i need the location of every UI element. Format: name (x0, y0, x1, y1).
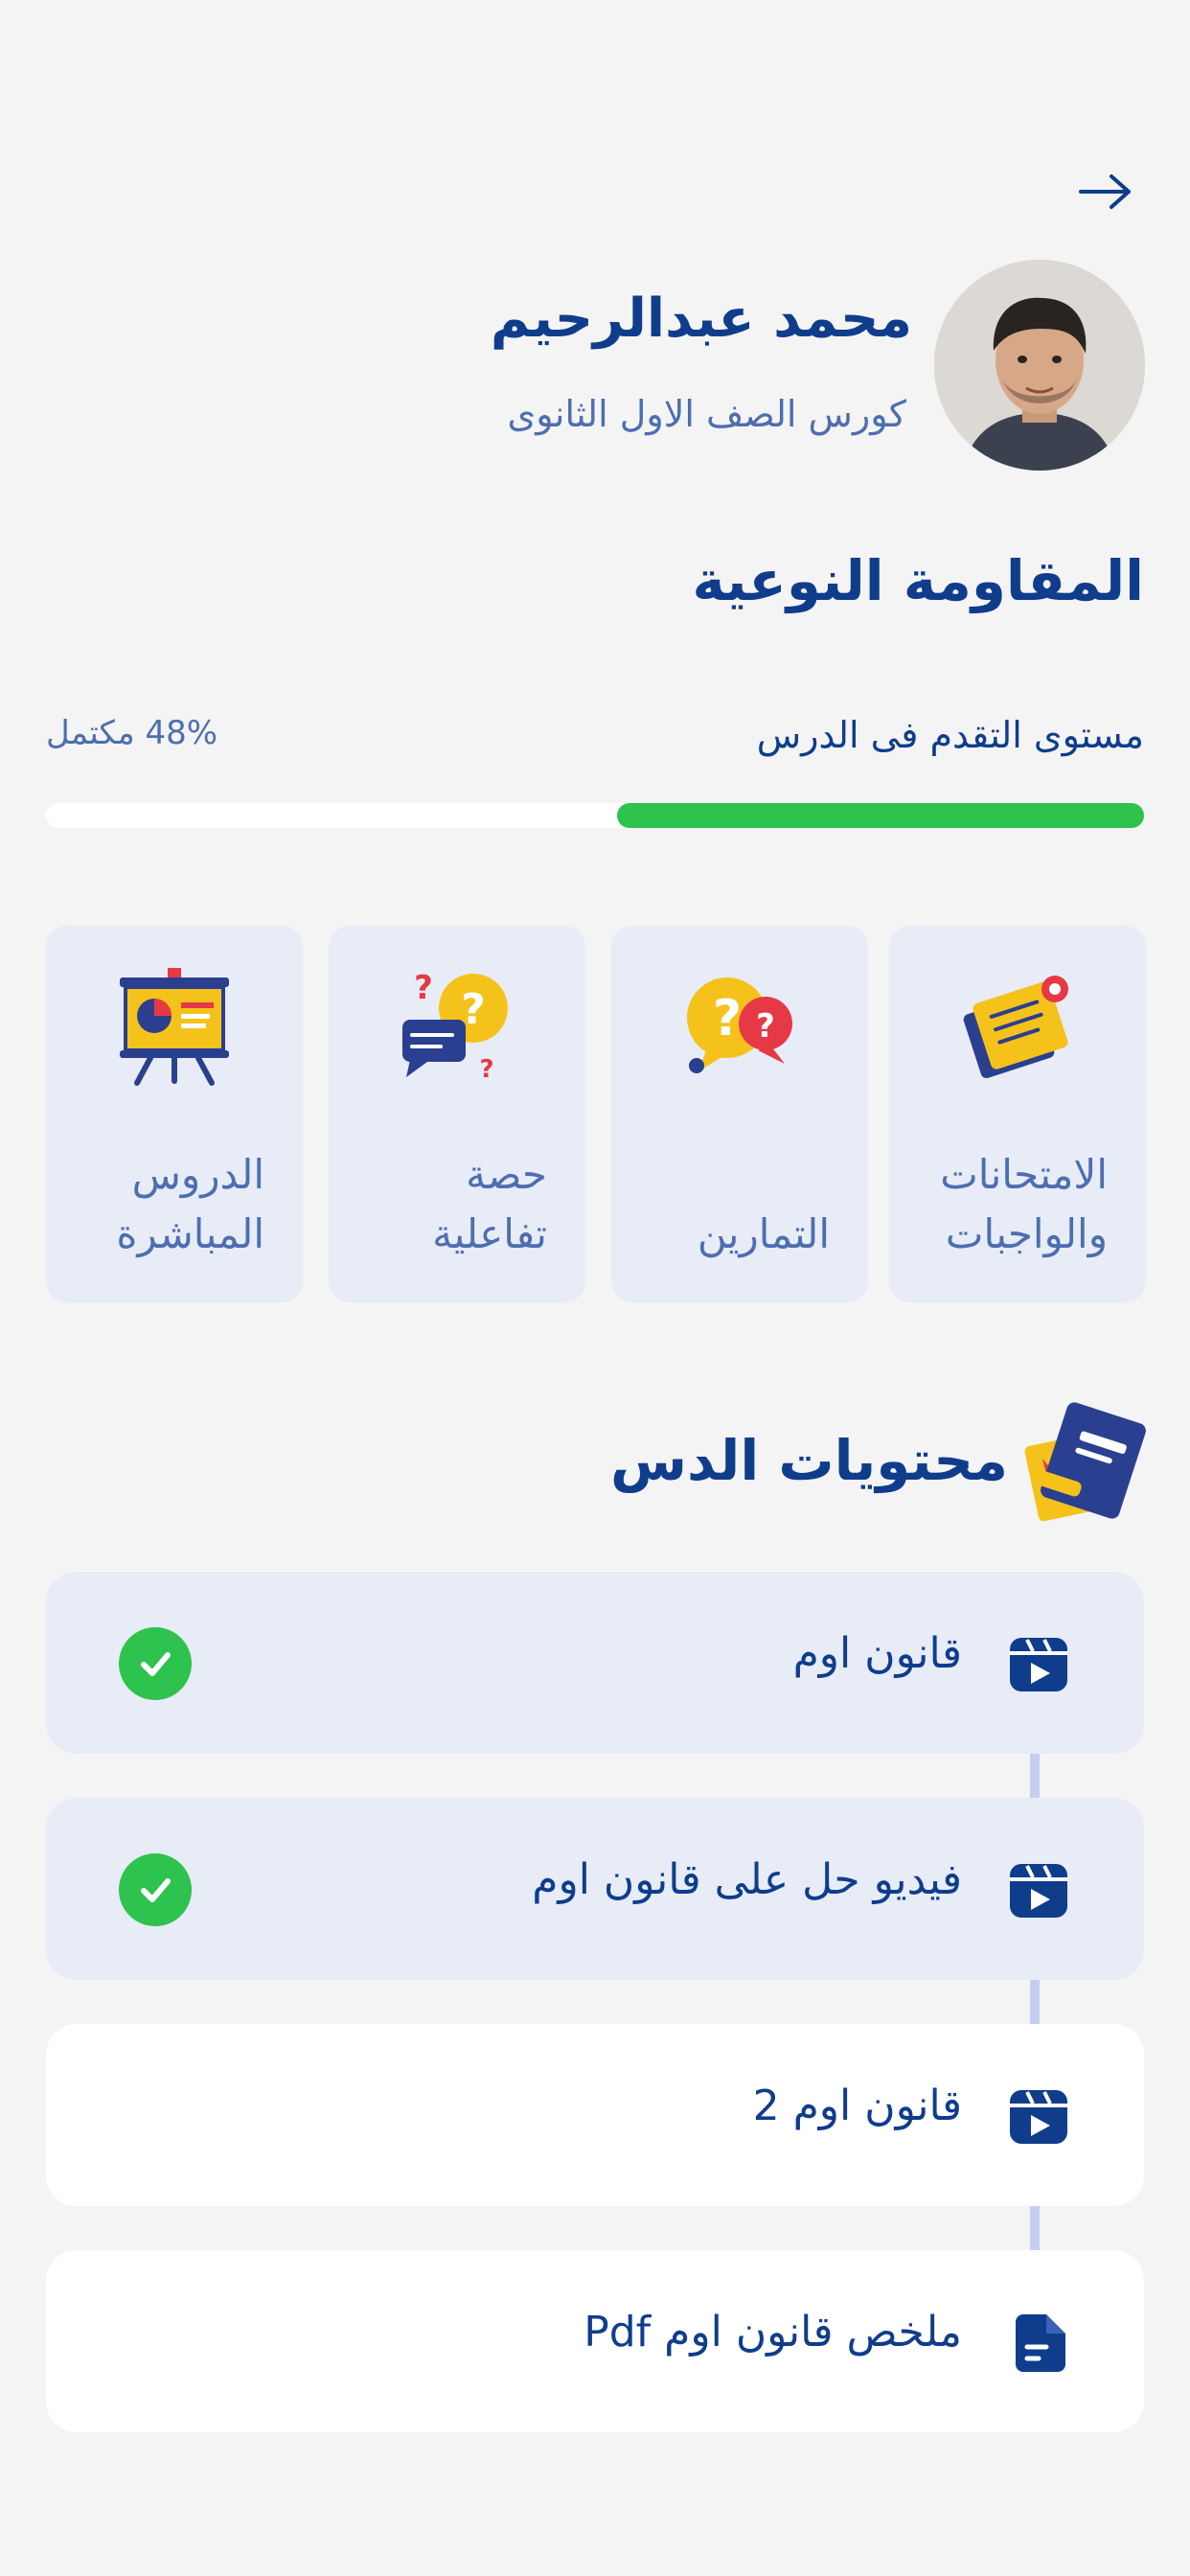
interactive-chat-icon: ? ? ? (402, 969, 508, 1084)
avatar (934, 260, 1145, 471)
content-item-label: فيديو حل على قانون اوم (532, 1855, 962, 1904)
card-exams-label: الامتحانات والواجبات (940, 1151, 1108, 1257)
question-bubbles-icon: ? ? (687, 978, 792, 1073)
completed-check-icon (119, 1853, 192, 1926)
arrow-right-icon (1079, 174, 1131, 209)
profile-course: كورس الصف الاول الثانوى (507, 393, 906, 435)
video-icon (1010, 2090, 1067, 2144)
timeline-connector (1030, 2206, 1040, 2252)
document-icon (1016, 2314, 1065, 2372)
lesson-title: المقاومة النوعية (692, 548, 1144, 613)
presentation-board-icon (120, 968, 229, 1086)
contents-title: محتويات الدس (610, 1428, 1008, 1493)
timeline-connector (1030, 1754, 1040, 1800)
progress-percent: 48% مكتمل (46, 714, 218, 752)
content-item[interactable]: قانون اوم (46, 1572, 1144, 1754)
back-button[interactable] (1071, 161, 1140, 222)
content-item[interactable]: ملخص قانون اوم Pdf (46, 2250, 1144, 2432)
person-avatar-icon (934, 260, 1145, 471)
progress-bar (46, 803, 1144, 828)
card-exercises[interactable]: ? ? التمارين (611, 926, 868, 1302)
svg-text:?: ? (713, 990, 742, 1047)
card-interactive-session[interactable]: ? ? ? حصة تفاعلية (329, 926, 585, 1302)
card-interactive-session-label: حصة تفاعلية (432, 1151, 547, 1257)
content-item-label: ملخص قانون اوم Pdf (584, 2308, 962, 2357)
completed-check-icon (119, 1627, 192, 1700)
video-icon (1010, 1638, 1067, 1691)
svg-text:?: ? (756, 1007, 775, 1046)
content-item-label: قانون اوم 2 (752, 2082, 962, 2130)
card-exercises-label: التمارين (697, 1210, 830, 1257)
svg-text:?: ? (479, 1055, 493, 1084)
progress-bar-fill (616, 803, 1144, 828)
card-exams[interactable]: الامتحانات والواجبات (889, 926, 1146, 1302)
svg-text:?: ? (414, 969, 433, 1007)
card-live-lessons-label: الدروس المباشرة (116, 1151, 264, 1257)
content-item-label: قانون اوم (792, 1629, 962, 1678)
card-live-lessons[interactable]: الدروس المباشرة (46, 926, 303, 1302)
timeline-connector (1030, 1980, 1040, 2026)
profile-name: محمد عبدالرحيم (490, 288, 912, 350)
content-item[interactable]: فيديو حل على قانون اوم (46, 1798, 1144, 1980)
content-item[interactable]: قانون اوم 2 (46, 2024, 1144, 2206)
book-icon (1024, 1402, 1146, 1522)
exam-papers-icon (963, 976, 1068, 1079)
progress-label: مستوى التقدم فى الدرس (756, 714, 1144, 756)
video-icon (1010, 1864, 1067, 1918)
